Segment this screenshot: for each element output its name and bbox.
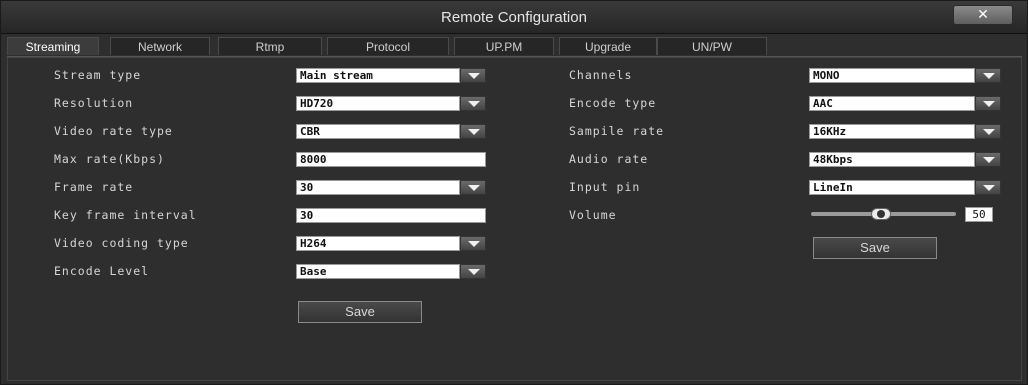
stream-type-select[interactable]: Main stream <box>296 68 460 83</box>
channels-dropdown-icon[interactable] <box>975 68 1001 83</box>
encode-type-dropdown-icon[interactable] <box>975 96 1001 111</box>
window-title: Remote Configuration <box>441 9 587 26</box>
resolution-label: Resolution <box>54 96 134 110</box>
frame-rate-label: Frame rate <box>54 180 134 194</box>
input-pin-dropdown-icon[interactable] <box>975 180 1001 195</box>
encode-level-dropdown-icon[interactable] <box>460 264 486 279</box>
audio-rate-label: Audio rate <box>569 152 649 166</box>
video-rate-type-select[interactable]: CBR <box>296 124 460 139</box>
tab-up-pm[interactable]: UP.PM <box>454 37 554 55</box>
remote-configuration-window: Remote Configuration ✕ Streaming Network… <box>0 0 1028 385</box>
key-frame-interval-input[interactable]: 30 <box>296 208 486 223</box>
title-bar: Remote Configuration ✕ <box>1 1 1027 34</box>
encode-type-select[interactable]: AAC <box>809 96 975 111</box>
encode-level-select[interactable]: Base <box>296 264 460 279</box>
video-rate-type-label: Video rate type <box>54 124 173 138</box>
tab-protocol[interactable]: Protocol <box>327 37 449 55</box>
encode-level-label: Encode Level <box>54 264 150 278</box>
volume-label: Volume <box>569 208 617 222</box>
frame-rate-dropdown-icon[interactable] <box>460 180 486 195</box>
frame-rate-select[interactable]: 30 <box>296 180 460 195</box>
input-pin-label: Input pin <box>569 180 641 194</box>
volume-slider-handle[interactable] <box>871 208 891 220</box>
video-rate-type-dropdown-icon[interactable] <box>460 124 486 139</box>
sample-rate-dropdown-icon[interactable] <box>975 124 1001 139</box>
input-pin-select[interactable]: LineIn <box>809 180 975 195</box>
audio-save-button[interactable]: Save <box>813 237 937 259</box>
video-save-button[interactable]: Save <box>298 301 422 323</box>
max-rate-input[interactable]: 8000 <box>296 152 486 167</box>
close-button[interactable]: ✕ <box>953 5 1013 25</box>
tab-bar: Streaming Network Rtmp Protocol UP.PM Up… <box>7 37 1022 57</box>
sample-rate-select[interactable]: 16KHz <box>809 124 975 139</box>
audio-rate-select[interactable]: 48Kbps <box>809 152 975 167</box>
volume-value[interactable]: 50 <box>965 207 993 222</box>
tab-rtmp[interactable]: Rtmp <box>218 37 322 55</box>
tab-streaming[interactable]: Streaming <box>7 37 99 55</box>
tab-un-pw[interactable]: UN/PW <box>657 37 767 55</box>
sample-rate-label: Sampile rate <box>569 124 665 138</box>
video-coding-type-select[interactable]: H264 <box>296 236 460 251</box>
stream-type-label: Stream type <box>54 68 142 82</box>
resolution-select[interactable]: HD720 <box>296 96 460 111</box>
encode-type-label: Encode type <box>569 96 657 110</box>
key-frame-interval-label: Key frame interval <box>54 208 197 222</box>
channels-select[interactable]: MONO <box>809 68 975 83</box>
resolution-dropdown-icon[interactable] <box>460 96 486 111</box>
video-coding-type-label: Video coding type <box>54 236 189 250</box>
channels-label: Channels <box>569 68 633 82</box>
tab-upgrade[interactable]: Upgrade <box>559 37 657 55</box>
max-rate-label: Max rate(Kbps) <box>54 152 165 166</box>
video-coding-type-dropdown-icon[interactable] <box>460 236 486 251</box>
audio-rate-dropdown-icon[interactable] <box>975 152 1001 167</box>
stream-type-dropdown-icon[interactable] <box>460 68 486 83</box>
tab-network[interactable]: Network <box>110 37 210 55</box>
